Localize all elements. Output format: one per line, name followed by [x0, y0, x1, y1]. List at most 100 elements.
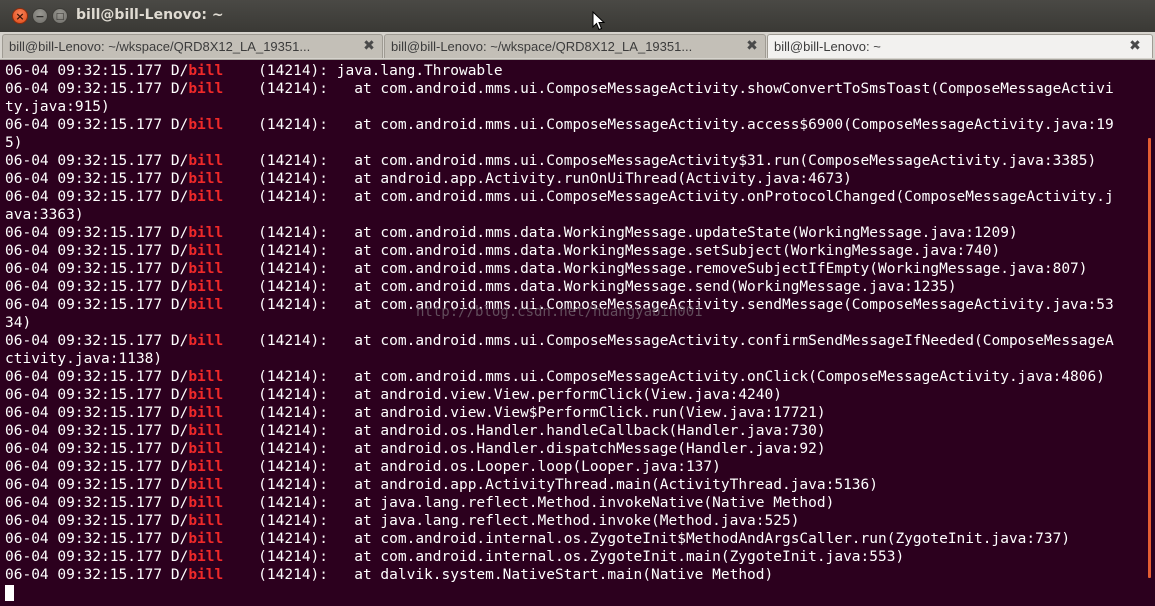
title-bar[interactable]: × − □ bill@bill-Lenovo: ~ [0, 0, 1155, 33]
log-message: at com.android.mms.ui.ComposeMessageActi… [336, 333, 1114, 349]
log-prefix: 06-04 09:32:15.177 D/ [5, 153, 189, 169]
log-prefix: 06-04 09:32:15.177 D/ [5, 117, 189, 133]
log-pid: (14214): [223, 531, 337, 547]
log-line: 06-04 09:32:15.177 D/bill (14214): at co… [5, 188, 1114, 206]
log-line: 06-04 09:32:15.177 D/bill (14214): at ja… [5, 494, 1114, 512]
log-line-continuation: ty.java:915) [5, 99, 110, 115]
log-line: 06-04 09:32:15.177 D/bill (14214): at ja… [5, 512, 1114, 530]
log-tag: bill [188, 405, 224, 421]
window-title: bill@bill-Lenovo: ~ [76, 7, 224, 23]
log-tag: bill [188, 459, 224, 475]
log-pid: (14214): [223, 117, 337, 133]
log-message: at android.app.ActivityThread.main(Activ… [336, 477, 878, 493]
log-line-continuation: ctivity.java:1138) [5, 351, 163, 367]
log-prefix: 06-04 09:32:15.177 D/ [5, 333, 189, 349]
log-pid: (14214): [223, 81, 337, 97]
minimize-window-button[interactable]: − [32, 8, 48, 24]
log-tag: bill [188, 225, 224, 241]
log-message: at com.android.mms.ui.ComposeMessageActi… [336, 189, 1114, 205]
log-tag: bill [188, 549, 224, 565]
log-pid: (14214): [223, 549, 337, 565]
log-line: 06-04 09:32:15.177 D/bill (14214): at an… [5, 170, 1114, 188]
log-line: 06-04 09:32:15.177 D/bill (14214): at an… [5, 458, 1114, 476]
log-pid: (14214): [223, 441, 337, 457]
log-prefix: 06-04 09:32:15.177 D/ [5, 405, 189, 421]
close-tab-icon[interactable]: ✖ [362, 39, 376, 53]
log-prefix: 06-04 09:32:15.177 D/ [5, 513, 189, 529]
terminal-window: × − □ bill@bill-Lenovo: ~ bill@bill-Leno… [0, 0, 1155, 606]
log-message: at android.view.View.performClick(View.j… [336, 387, 782, 403]
log-tag: bill [188, 279, 224, 295]
log-prefix: 06-04 09:32:15.177 D/ [5, 567, 189, 583]
log-pid: (14214): [223, 243, 337, 259]
log-line: 06-04 09:32:15.177 D/bill (14214): at da… [5, 566, 1114, 584]
log-line: 06-04 09:32:15.177 D/bill (14214): at an… [5, 386, 1114, 404]
log-line-continuation: ava:3363) [5, 207, 84, 223]
log-line: 06-04 09:32:15.177 D/bill (14214): at co… [5, 80, 1114, 98]
log-tag: bill [188, 297, 224, 313]
log-prefix: 06-04 09:32:15.177 D/ [5, 243, 189, 259]
log-line: 06-04 09:32:15.177 D/bill (14214): at co… [5, 224, 1114, 242]
log-pid: (14214): [223, 297, 337, 313]
tab-bar: bill@bill-Lenovo: ~/wkspace/QRD8X12_LA_1… [0, 32, 1155, 60]
log-prefix: 06-04 09:32:15.177 D/ [5, 495, 189, 511]
log-line: 06-04 09:32:15.177 D/bill (14214): java.… [5, 62, 1114, 80]
log-pid: (14214): [223, 189, 337, 205]
scrollbar[interactable] [1147, 60, 1155, 606]
log-line: 06-04 09:32:15.177 D/bill (14214): at an… [5, 440, 1114, 458]
log-line: 06-04 09:32:15.177 D/bill (14214): at co… [5, 530, 1114, 548]
log-line-continuation: 5) [5, 135, 23, 151]
log-pid: (14214): [223, 405, 337, 421]
log-message: java.lang.Throwable [336, 63, 503, 79]
tab-terminal-3-active[interactable]: bill@bill-Lenovo: ~ ✖ [767, 34, 1153, 58]
log-tag: bill [188, 333, 224, 349]
log-message: at java.lang.reflect.Method.invokeNative… [336, 495, 835, 511]
close-tab-icon[interactable]: ✖ [745, 39, 759, 53]
log-prefix: 06-04 09:32:15.177 D/ [5, 261, 189, 277]
log-pid: (14214): [223, 477, 337, 493]
log-pid: (14214): [223, 171, 337, 187]
log-tag: bill [188, 117, 224, 133]
log-tag: bill [188, 423, 224, 439]
mouse-pointer-icon [592, 11, 606, 31]
log-prefix: 06-04 09:32:15.177 D/ [5, 63, 189, 79]
log-prefix: 06-04 09:32:15.177 D/ [5, 459, 189, 475]
log-tag: bill [188, 513, 224, 529]
log-line: 06-04 09:32:15.177 D/bill (14214): at co… [5, 278, 1114, 296]
log-line: 06-04 09:32:15.177 D/bill (14214): at co… [5, 296, 1114, 314]
log-pid: (14214): [223, 225, 337, 241]
log-message: at com.android.internal.os.ZygoteInit$Me… [336, 531, 1071, 547]
tab-label: bill@bill-Lenovo: ~/wkspace/QRD8X12_LA_1… [391, 39, 693, 54]
tab-terminal-2[interactable]: bill@bill-Lenovo: ~/wkspace/QRD8X12_LA_1… [384, 34, 766, 58]
log-message: at com.android.mms.data.WorkingMessage.r… [336, 261, 1088, 277]
log-tag: bill [188, 153, 224, 169]
log-line: 06-04 09:32:15.177 D/bill (14214): at co… [5, 332, 1114, 350]
maximize-window-button[interactable]: □ [52, 8, 68, 24]
log-message: at android.view.View$PerformClick.run(Vi… [336, 405, 826, 421]
log-tag: bill [188, 567, 224, 583]
log-prefix: 06-04 09:32:15.177 D/ [5, 477, 189, 493]
log-line-continuation: 34) [5, 315, 32, 331]
log-line: 06-04 09:32:15.177 D/bill (14214): at co… [5, 260, 1114, 278]
close-window-button[interactable]: × [12, 8, 28, 24]
log-prefix: 06-04 09:32:15.177 D/ [5, 549, 189, 565]
log-tag: bill [188, 243, 224, 259]
log-line: 06-04 09:32:15.177 D/bill (14214): at co… [5, 242, 1114, 260]
log-message: at android.os.Handler.dispatchMessage(Ha… [336, 441, 826, 457]
log-prefix: 06-04 09:32:15.177 D/ [5, 423, 189, 439]
log-pid: (14214): [223, 63, 337, 79]
terminal-output[interactable]: 06-04 09:32:15.177 D/bill (14214): java.… [0, 60, 1147, 606]
log-line: 06-04 09:32:15.177 D/bill (14214): at co… [5, 368, 1114, 386]
close-tab-icon[interactable]: ✖ [1128, 39, 1142, 53]
log-tag: bill [188, 387, 224, 403]
tab-label: bill@bill-Lenovo: ~ [774, 39, 881, 54]
log-pid: (14214): [223, 153, 337, 169]
log-prefix: 06-04 09:32:15.177 D/ [5, 531, 189, 547]
scrollbar-thumb[interactable] [1148, 138, 1151, 578]
log-message: at com.android.mms.ui.ComposeMessageActi… [336, 81, 1114, 97]
tab-terminal-1[interactable]: bill@bill-Lenovo: ~/wkspace/QRD8X12_LA_1… [2, 34, 383, 58]
log-pid: (14214): [223, 261, 337, 277]
log-pid: (14214): [223, 495, 337, 511]
log-message: at com.android.mms.ui.ComposeMessageActi… [336, 117, 1114, 133]
log-prefix: 06-04 09:32:15.177 D/ [5, 279, 189, 295]
